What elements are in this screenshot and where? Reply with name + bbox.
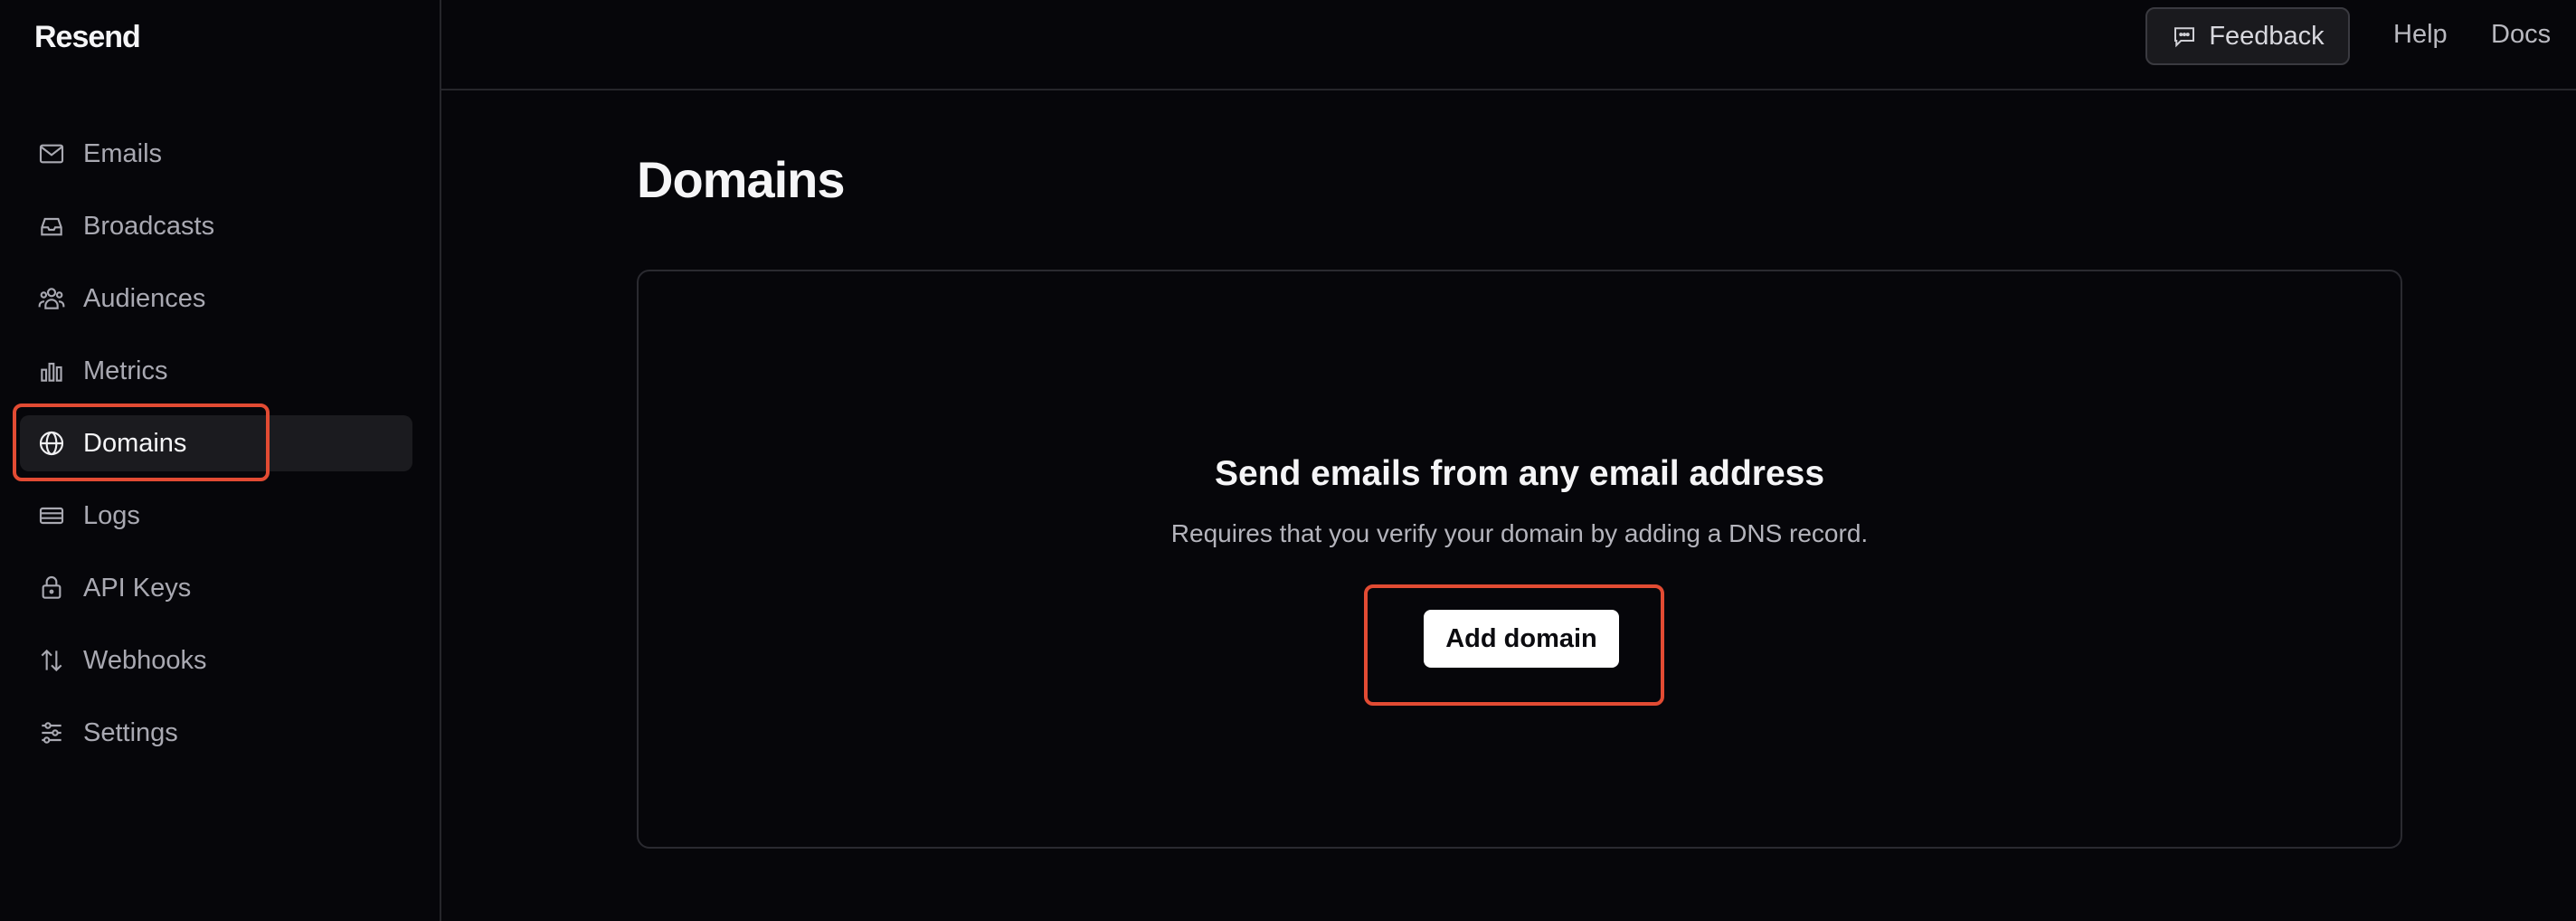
sidebar-item-domains[interactable]: Domains (20, 415, 412, 471)
lock-icon (36, 573, 67, 603)
empty-state-card: Send emails from any email address Requi… (637, 270, 2402, 849)
sidebar-item-api-keys[interactable]: API Keys (20, 560, 412, 616)
docs-link[interactable]: Docs (2491, 20, 2551, 50)
sidebar-item-label: Webhooks (83, 645, 207, 675)
sidebar-item-label: Domains (83, 428, 187, 458)
top-bar: Feedback Help Docs (441, 0, 2576, 90)
feedback-label: Feedback (2209, 21, 2325, 51)
sidebar: Resend Emails Broadcasts Audiences Metri… (0, 0, 441, 921)
globe-icon (36, 428, 67, 459)
sidebar-item-logs[interactable]: Logs (20, 488, 412, 544)
sidebar-item-broadcasts[interactable]: Broadcasts (20, 198, 412, 254)
users-icon (36, 283, 67, 314)
sidebar-item-label: Metrics (83, 356, 168, 385)
app-logo[interactable]: Resend (34, 20, 141, 55)
sidebar-item-webhooks[interactable]: Webhooks (20, 632, 412, 688)
page-title: Domains (637, 151, 845, 208)
chat-icon (2174, 27, 2195, 48)
empty-state-title: Send emails from any email address (1214, 454, 1825, 493)
sidebar-item-metrics[interactable]: Metrics (20, 343, 412, 399)
sidebar-item-label: Logs (83, 500, 140, 530)
arrows-icon (36, 645, 67, 676)
bar-chart-icon (36, 356, 67, 386)
sliders-icon (36, 717, 67, 748)
empty-state-subtitle: Requires that you verify your domain by … (1170, 519, 1869, 547)
add-domain-button[interactable]: Add domain (1424, 610, 1619, 668)
sidebar-item-label: Emails (83, 138, 163, 168)
logs-icon (36, 500, 67, 531)
help-link[interactable]: Help (2393, 20, 2448, 50)
feedback-button[interactable]: Feedback (2145, 7, 2350, 65)
sidebar-item-label: API Keys (83, 573, 192, 603)
sidebar-item-label: Settings (83, 717, 178, 747)
inbox-icon (36, 211, 67, 242)
sidebar-item-label: Audiences (83, 283, 206, 313)
sidebar-item-emails[interactable]: Emails (20, 126, 412, 182)
sidebar-item-label: Broadcasts (83, 211, 215, 241)
mail-icon (36, 138, 67, 169)
sidebar-item-settings[interactable]: Settings (20, 705, 412, 761)
sidebar-item-audiences[interactable]: Audiences (20, 271, 412, 327)
